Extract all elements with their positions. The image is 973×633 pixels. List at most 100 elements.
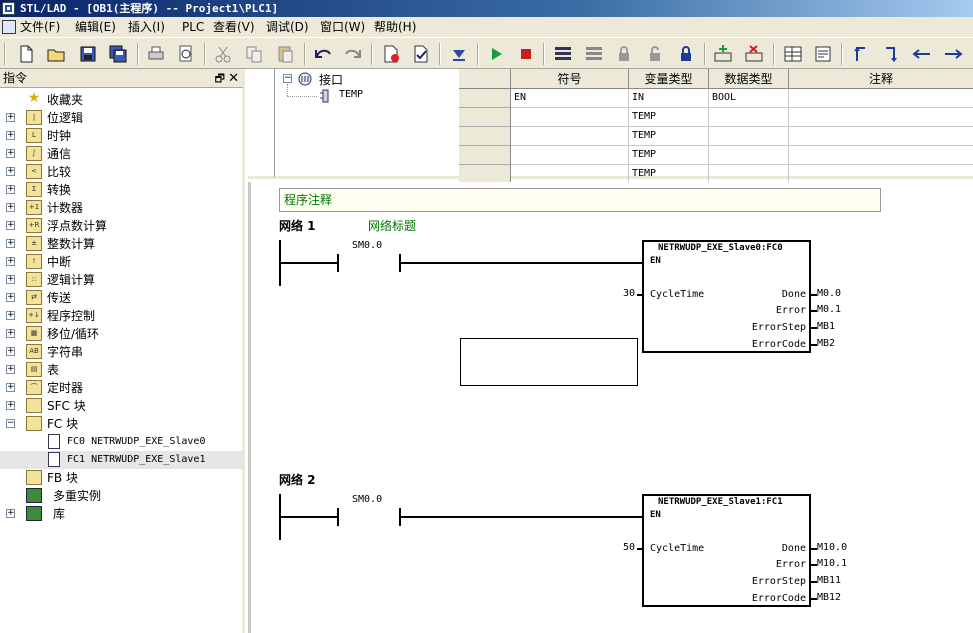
grid-cell[interactable] xyxy=(789,89,973,108)
network-2-label[interactable]: 网络 2 xyxy=(279,471,316,488)
copy-icon[interactable] xyxy=(244,44,264,64)
tree-item-12[interactable]: + +↓ 程序控制 xyxy=(0,307,243,325)
tree-item-9[interactable]: +! 中断 xyxy=(0,253,243,271)
status-table-icon[interactable] xyxy=(584,44,604,64)
menu-file[interactable]: 文件(F) xyxy=(20,19,60,35)
network-2-cycle-value[interactable]: 50 xyxy=(623,542,635,553)
tree-item-0[interactable]: ★ 收藏夹 xyxy=(0,91,243,109)
network-1-function-block[interactable]: NETRWUDP_EXE_Slave0:FC0 EN CycleTime Don… xyxy=(642,240,811,353)
network-2-errorcode-value[interactable]: MB12 xyxy=(817,592,841,603)
expand-icon[interactable]: + xyxy=(6,221,15,230)
download-icon[interactable] xyxy=(449,44,469,64)
expand-icon[interactable]: + xyxy=(6,131,15,140)
column-var-type[interactable]: 变量类型 xyxy=(629,69,709,89)
grid-cell[interactable] xyxy=(789,127,973,146)
close-icon[interactable]: ✕ xyxy=(228,69,239,88)
run-icon[interactable] xyxy=(486,44,506,64)
network-1-cycle-value[interactable]: 30 xyxy=(623,288,635,299)
grid-cell[interactable]: IN xyxy=(629,89,709,108)
tree-item-4[interactable]: + < 比较 xyxy=(0,163,243,181)
tree-item-11[interactable]: + ⇄ 传送 xyxy=(0,289,243,307)
grid-cell[interactable] xyxy=(511,127,629,146)
comment-icon[interactable] xyxy=(813,44,833,64)
row-header[interactable] xyxy=(459,89,511,108)
print-icon[interactable] xyxy=(146,44,166,64)
tree-item-15[interactable]: + ▤ 表 xyxy=(0,361,243,379)
force-lock-icon[interactable] xyxy=(676,44,696,64)
grid-cell[interactable]: TEMP xyxy=(629,127,709,146)
document-window-icon[interactable] xyxy=(2,20,16,34)
expand-icon[interactable]: + xyxy=(6,185,15,194)
tree-item-7[interactable]: + +R 浮点数计算 xyxy=(0,217,243,235)
tree-item-18[interactable]: − FC 块 xyxy=(0,415,243,433)
grid-cell[interactable]: BOOL xyxy=(709,89,789,108)
column-data-type[interactable]: 数据类型 xyxy=(709,69,789,89)
interface-child[interactable]: TEMP xyxy=(339,89,363,100)
ladder-editor[interactable]: 程序注释 网络 1 网络标题 SM0.0 NETRWUDP_EXE_Slave0… xyxy=(248,182,973,633)
expand-icon[interactable]: + xyxy=(6,509,15,518)
row-header[interactable] xyxy=(459,127,511,146)
fc-block-item-0[interactable]: FC0 NETRWUDP_EXE_Slave0 xyxy=(0,433,243,451)
network-1-contact-address[interactable]: SM0.0 xyxy=(352,240,382,251)
open-folder-icon[interactable] xyxy=(46,44,66,64)
line-up-icon[interactable] xyxy=(851,44,871,64)
network-1-errorstep-value[interactable]: MB1 xyxy=(817,321,835,332)
network-2-contact-address[interactable]: SM0.0 xyxy=(352,494,382,505)
network-2-error-value[interactable]: M10.1 xyxy=(817,558,847,569)
pin-icon[interactable]: 🗗 xyxy=(215,69,225,88)
network-1-error-value[interactable]: M0.1 xyxy=(817,304,841,315)
grid-cell[interactable] xyxy=(511,108,629,127)
expand-icon[interactable]: + xyxy=(6,149,15,158)
tree-item-5[interactable]: + Σ 转换 xyxy=(0,181,243,199)
network-1-title[interactable]: 网络标题 xyxy=(368,217,416,234)
unlock-icon[interactable] xyxy=(645,44,665,64)
save-icon[interactable] xyxy=(78,44,98,64)
tree-item-2[interactable]: + L 时钟 xyxy=(0,127,243,145)
stop-icon[interactable] xyxy=(516,44,536,64)
line-right-icon[interactable] xyxy=(943,44,963,64)
expand-icon[interactable]: + xyxy=(6,257,15,266)
save-all-icon[interactable] xyxy=(108,44,128,64)
expand-icon[interactable]: + xyxy=(6,167,15,176)
tree-item-10[interactable]: +:: 逻辑计算 xyxy=(0,271,243,289)
line-down-icon[interactable] xyxy=(882,44,902,64)
expand-icon[interactable]: + xyxy=(6,365,15,374)
expand-icon[interactable]: + xyxy=(6,239,15,248)
tree-item-14[interactable]: + AB 字符串 xyxy=(0,343,243,361)
grid-cell[interactable] xyxy=(709,146,789,165)
expand-icon[interactable]: + xyxy=(6,275,15,284)
expand-icon[interactable]: + xyxy=(6,347,15,356)
network-2-function-block[interactable]: NETRWUDP_EXE_Slave1:FC1 EN CycleTime Don… xyxy=(642,494,811,607)
menu-plc[interactable]: PLC xyxy=(182,19,204,35)
check-icon[interactable] xyxy=(411,44,431,64)
menu-window[interactable]: 窗口(W) xyxy=(320,19,365,35)
row-header[interactable] xyxy=(459,146,511,165)
tree-item-1[interactable]: + | 位逻辑 xyxy=(0,109,243,127)
paste-icon[interactable] xyxy=(275,44,295,64)
redo-icon[interactable] xyxy=(343,44,363,64)
row-header[interactable] xyxy=(459,108,511,127)
grid-cell[interactable] xyxy=(511,146,629,165)
fc-block-item-1[interactable]: FC1 NETRWUDP_EXE_Slave1 xyxy=(0,451,243,469)
new-file-icon[interactable] xyxy=(16,44,36,64)
column-comment[interactable]: 注释 xyxy=(789,69,973,89)
tree-item-16[interactable]: + ⌒ 定时器 xyxy=(0,379,243,397)
print-preview-icon[interactable] xyxy=(176,44,196,64)
expand-icon[interactable]: + xyxy=(6,113,15,122)
tree-item-6[interactable]: + +1 计数器 xyxy=(0,199,243,217)
network-2-errorstep-value[interactable]: MB11 xyxy=(817,575,841,586)
undo-icon[interactable] xyxy=(313,44,333,64)
grid-cell[interactable]: TEMP xyxy=(629,108,709,127)
tree-item-8[interactable]: + ± 整数计算 xyxy=(0,235,243,253)
program-comment[interactable]: 程序注释 xyxy=(279,188,881,212)
grid-cell[interactable] xyxy=(709,108,789,127)
interface-root[interactable]: 接口 xyxy=(319,71,343,88)
tree-tail-item-0[interactable]: FB 块 xyxy=(0,469,243,487)
expand-icon[interactable]: + xyxy=(6,203,15,212)
network-1-done-value[interactable]: M0.0 xyxy=(817,288,841,299)
network-1-errorcode-value[interactable]: MB2 xyxy=(817,338,835,349)
grid-cell[interactable] xyxy=(789,108,973,127)
tree-tail-item-1[interactable]: 多重实例 xyxy=(0,487,243,505)
empty-editor-box[interactable] xyxy=(460,338,638,386)
expand-icon[interactable]: + xyxy=(6,329,15,338)
